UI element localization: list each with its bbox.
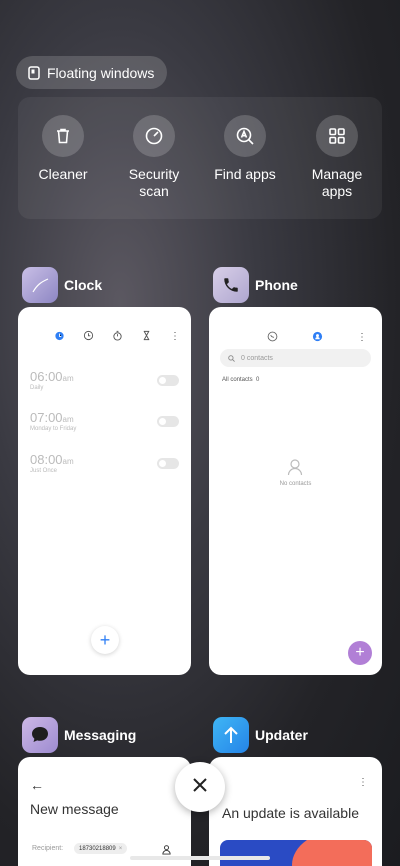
alarm-row[interactable]: 07:00am Monday to Friday bbox=[30, 410, 179, 444]
updater-app-icon bbox=[213, 717, 249, 753]
floating-windows-button[interactable]: Floating windows bbox=[16, 56, 168, 89]
cleaner-label: Cleaner bbox=[38, 166, 88, 182]
alarm-icon[interactable] bbox=[54, 328, 65, 346]
updater-app-card[interactable]: ⋮ An update is available bbox=[209, 757, 382, 866]
manage-apps-button[interactable]: Manage apps bbox=[297, 115, 377, 200]
find-apps-button[interactable]: Find apps bbox=[205, 115, 285, 183]
phone-app-name: Phone bbox=[255, 277, 298, 293]
plus-icon: + bbox=[99, 630, 111, 650]
manage-apps-icon bbox=[316, 115, 358, 157]
plus-icon: + bbox=[355, 644, 365, 661]
clock-tabs: ⋮ bbox=[54, 328, 180, 346]
world-clock-icon[interactable] bbox=[83, 328, 94, 346]
find-apps-icon bbox=[224, 115, 266, 157]
recents-icon[interactable] bbox=[267, 329, 278, 347]
security-scan-label: Security scan bbox=[128, 166, 180, 199]
security-scan-icon bbox=[133, 115, 175, 157]
alarm-repeat: Just Once bbox=[30, 468, 58, 474]
add-contact-button[interactable]: + bbox=[348, 641, 372, 665]
home-indicator[interactable] bbox=[130, 856, 270, 860]
alarm-toggle[interactable] bbox=[157, 458, 179, 469]
add-alarm-button[interactable]: + bbox=[91, 626, 119, 654]
alarm-row[interactable]: 08:00am Just Once bbox=[30, 452, 179, 486]
more-options-icon[interactable]: ⋮ bbox=[170, 332, 180, 342]
messaging-app-icon bbox=[22, 717, 58, 753]
cleaner-button[interactable]: Cleaner bbox=[23, 115, 103, 183]
contact-search-field[interactable]: 0 contacts bbox=[220, 349, 371, 367]
timer-icon[interactable] bbox=[141, 328, 152, 346]
back-arrow-icon[interactable]: ← bbox=[30, 777, 44, 793]
clock-app-header[interactable]: Clock bbox=[22, 267, 102, 303]
trash-icon bbox=[42, 115, 84, 157]
messaging-app-header[interactable]: Messaging bbox=[22, 717, 136, 753]
no-contacts-icon bbox=[285, 457, 305, 482]
phone-app-header[interactable]: Phone bbox=[213, 267, 298, 303]
more-options-icon[interactable]: ⋮ bbox=[357, 333, 367, 343]
find-apps-label: Find apps bbox=[214, 166, 276, 182]
remove-recipient-icon[interactable]: × bbox=[119, 846, 123, 852]
recipient-number: 18730218809 bbox=[79, 845, 116, 852]
contacts-icon[interactable] bbox=[312, 329, 323, 347]
alarm-toggle[interactable] bbox=[157, 375, 179, 386]
no-contacts-label: No contacts bbox=[279, 481, 312, 487]
stopwatch-icon[interactable] bbox=[112, 328, 123, 346]
manage-apps-label: Manage apps bbox=[311, 166, 363, 199]
alarm-repeat: Daily bbox=[30, 385, 44, 391]
alarm-toggle[interactable] bbox=[157, 416, 179, 427]
clock-app-card[interactable]: ⋮ 06:00am Daily 07:00am Monday to Friday… bbox=[18, 307, 191, 675]
messaging-app-name: Messaging bbox=[64, 727, 137, 743]
updater-app-name: Updater bbox=[255, 727, 308, 743]
recipient-label: Recipient: bbox=[32, 845, 64, 852]
clock-app-name: Clock bbox=[64, 277, 103, 293]
clock-app-icon bbox=[22, 267, 58, 303]
phone-tabs: ⋮ bbox=[267, 329, 367, 347]
alarm-repeat: Monday to Friday bbox=[30, 426, 77, 432]
update-banner-image bbox=[220, 840, 372, 866]
floating-window-icon bbox=[28, 65, 40, 80]
phone-app-card[interactable]: ⋮ 0 contacts All contacts 0 No contacts … bbox=[209, 307, 382, 675]
contact-search-placeholder: 0 contacts bbox=[241, 354, 273, 362]
more-options-icon[interactable]: ⋮ bbox=[358, 777, 368, 788]
messaging-app-card[interactable]: ← New message Recipient: 18730218809 × bbox=[18, 757, 191, 866]
new-message-title: New message bbox=[30, 801, 119, 817]
updater-app-header[interactable]: Updater bbox=[213, 717, 308, 753]
quick-tools-panel: Cleaner Security scan Find apps Manage app… bbox=[18, 97, 382, 219]
floating-windows-label: Floating windows bbox=[47, 64, 155, 81]
update-available-title: An update is available bbox=[222, 805, 359, 821]
close-icon bbox=[192, 777, 208, 798]
recipient-chip[interactable]: 18730218809 × bbox=[74, 843, 128, 854]
alarm-row[interactable]: 06:00am Daily bbox=[30, 369, 179, 403]
clear-all-button[interactable] bbox=[175, 762, 225, 812]
phone-app-icon bbox=[213, 267, 249, 303]
search-icon bbox=[228, 349, 235, 367]
security-scan-button[interactable]: Security scan bbox=[114, 115, 194, 200]
all-contacts-label: All contacts 0 bbox=[222, 377, 260, 383]
